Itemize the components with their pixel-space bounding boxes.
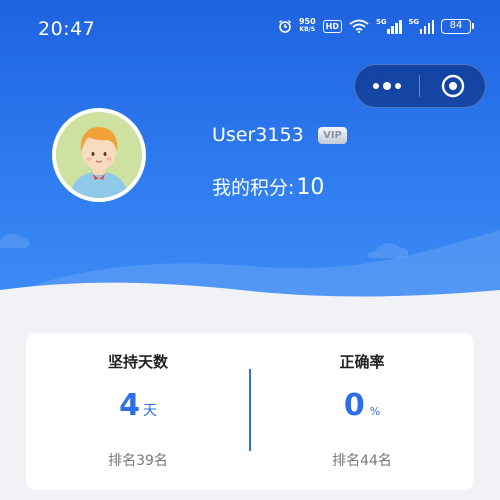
more-dots-icon[interactable] <box>355 64 419 108</box>
accuracy-unit: % <box>369 405 381 418</box>
stats-card: 坚持天数 4 天 排名39名 正确率 0 % 排名44名 <box>26 333 474 490</box>
username: User3153 <box>212 124 304 146</box>
network-speed: 950 KB/S <box>299 18 316 34</box>
accuracy-value: 0 <box>343 388 365 423</box>
avatar-boy-illustration <box>56 112 142 198</box>
status-icons: 950 KB/S HD 5G 5G 84 <box>278 18 474 34</box>
streak-stat: 坚持天数 4 天 排名39名 <box>26 333 250 490</box>
points-row: 我的积分: 10 <box>212 173 324 200</box>
network-speed-unit: KB/S <box>299 26 316 33</box>
sim2-label: 5G <box>408 17 420 26</box>
points-value: 10 <box>296 175 325 200</box>
streak-rank: 排名39名 <box>108 453 168 469</box>
miniprogram-capsule <box>354 64 486 108</box>
status-bar: 20:47 950 KB/S HD 5G 5G 84 <box>0 0 500 58</box>
accuracy-rank: 排名44名 <box>332 453 392 469</box>
streak-value-row: 4 天 <box>26 388 250 423</box>
accuracy-title: 正确率 <box>339 353 385 371</box>
alarm-clock-icon <box>278 20 291 33</box>
streak-unit: 天 <box>142 403 157 419</box>
network-speed-value: 950 <box>298 17 316 26</box>
streak-title: 坚持天数 <box>107 353 168 371</box>
signal-sim2-icon: 5G <box>408 17 434 34</box>
accuracy-stat: 正确率 0 % 排名44名 <box>250 333 474 490</box>
vip-badge: VIP <box>318 127 347 144</box>
battery-level: 84 <box>441 18 471 34</box>
wifi-icon <box>349 19 369 33</box>
accuracy-value-row: 0 % <box>250 388 474 423</box>
avatar[interactable] <box>52 108 146 202</box>
battery-icon: 84 <box>441 18 474 34</box>
status-time: 20:47 <box>38 18 96 40</box>
target-circle-icon[interactable] <box>420 64 485 108</box>
sim1-label: 5G <box>376 17 387 26</box>
signal-sim1-icon: 5G <box>376 17 402 34</box>
streak-value: 4 <box>119 388 140 423</box>
hd-badge: HD <box>322 19 342 33</box>
points-label: 我的积分: <box>212 177 295 199</box>
